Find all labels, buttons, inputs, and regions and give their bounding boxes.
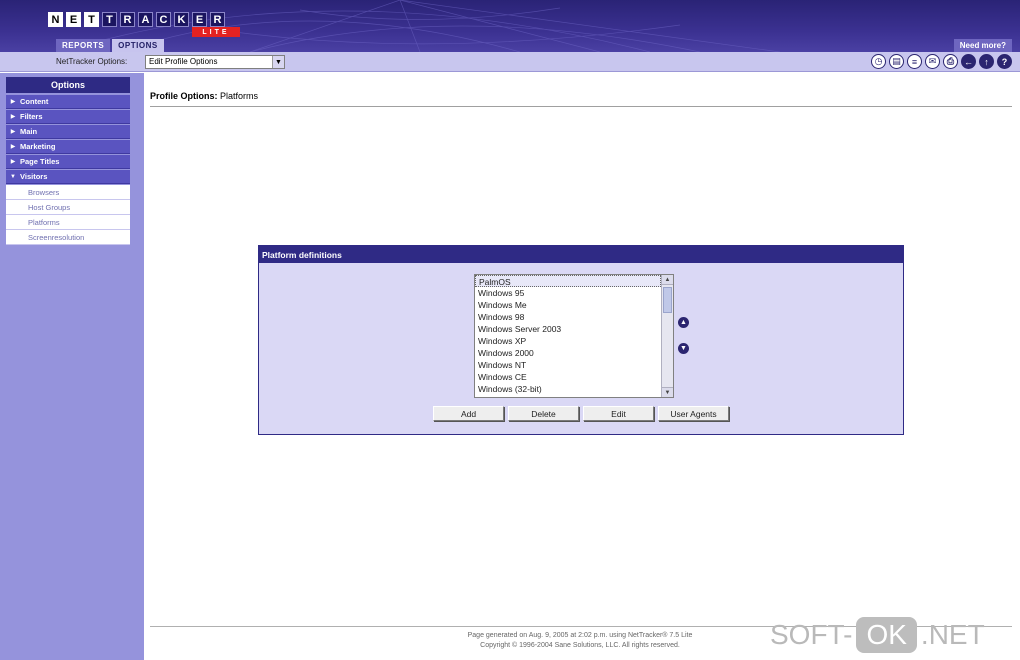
options-toolbar: NetTracker Options: Edit Profile Options… bbox=[0, 52, 1020, 72]
list-item[interactable]: Windows Me bbox=[475, 299, 661, 311]
list-item[interactable]: Windows CE bbox=[475, 371, 661, 383]
triangle-right-icon: ▶ bbox=[10, 144, 16, 150]
options-select-value: Edit Profile Options bbox=[149, 57, 218, 66]
logo-letter: E bbox=[66, 12, 81, 27]
list-item[interactable]: Windows (32-bit) bbox=[475, 383, 661, 395]
list-item[interactable]: PalmOS bbox=[475, 275, 661, 287]
list-item[interactable]: Windows XP bbox=[475, 335, 661, 347]
divider bbox=[150, 106, 1012, 107]
logo-letter: A bbox=[138, 12, 153, 27]
footer-copyright-text: Copyright © 1996-2004 Sane Solutions, LL… bbox=[480, 642, 680, 649]
back-icon[interactable]: ← bbox=[961, 54, 976, 69]
nettracker-logo: NETTRACKER bbox=[48, 12, 228, 28]
list-icon[interactable]: ≡ bbox=[907, 54, 922, 69]
need-more-link[interactable]: Need more? bbox=[953, 39, 1012, 52]
sidebar-item-label: Content bbox=[20, 97, 49, 106]
sidebar-subitem-platforms[interactable]: Platforms bbox=[6, 215, 130, 230]
toolbar-icon-group: ◷ ▤ ≡ ✉ ⎙ ← ↑ ? bbox=[868, 54, 1012, 69]
clock-icon[interactable]: ◷ bbox=[871, 54, 886, 69]
logo-edition-badge: LITE bbox=[192, 27, 240, 37]
options-select-label: NetTracker Options: bbox=[56, 57, 128, 66]
list-scrollbar[interactable]: ▲ ▼ bbox=[661, 275, 673, 397]
sidebar-item-filters[interactable]: ▶ Filters bbox=[6, 110, 130, 124]
print-icon[interactable]: ⎙ bbox=[943, 54, 958, 69]
edit-button[interactable]: Edit bbox=[583, 406, 654, 421]
scroll-down-icon[interactable]: ▼ bbox=[662, 387, 673, 397]
sidebar-item-page-titles[interactable]: ▶ Page Titles bbox=[6, 155, 130, 169]
sidebar-item-marketing[interactable]: ▶ Marketing bbox=[6, 140, 130, 154]
triangle-right-icon: ▶ bbox=[10, 129, 16, 135]
tab-options[interactable]: OPTIONS bbox=[112, 39, 164, 52]
scroll-up-icon[interactable]: ▲ bbox=[662, 275, 673, 285]
main-tabs: REPORTS OPTIONS bbox=[56, 39, 166, 52]
platform-list: PalmOS Windows 95 Windows Me Windows 98 … bbox=[475, 275, 673, 395]
triangle-down-icon: ▼ bbox=[10, 173, 16, 180]
sidebar-item-visitors[interactable]: ▼ Visitors bbox=[6, 170, 130, 184]
page-title: Profile Options: Platforms bbox=[150, 91, 258, 101]
sidebar-item-main[interactable]: ▶ Main bbox=[6, 125, 130, 139]
logo-letter: E bbox=[192, 12, 207, 27]
logo-letter: N bbox=[48, 12, 63, 27]
move-up-icon[interactable]: ▲ bbox=[678, 317, 689, 328]
platform-listbox[interactable]: PalmOS Windows 95 Windows Me Windows 98 … bbox=[474, 274, 674, 398]
move-down-icon[interactable]: ▼ bbox=[678, 343, 689, 354]
platform-definitions-panel: Platform definitions PalmOS Windows 95 W… bbox=[258, 245, 904, 435]
list-item[interactable]: Windows 2000 bbox=[475, 347, 661, 359]
sidebar-item-label: Marketing bbox=[20, 142, 56, 151]
sidebar-item-content[interactable]: ▶ Content bbox=[6, 95, 130, 109]
triangle-right-icon: ▶ bbox=[10, 99, 16, 105]
list-item[interactable]: Windows 98 bbox=[475, 311, 661, 323]
sidebar-subitem-host-groups[interactable]: Host Groups bbox=[6, 200, 130, 215]
scroll-thumb[interactable] bbox=[663, 287, 672, 313]
page-footer: Page generated on Aug. 9, 2005 at 2:02 p… bbox=[380, 631, 780, 651]
app-header: NETTRACKER LITE REPORTS OPTIONS Need mor… bbox=[0, 0, 1020, 52]
logo-letter: R bbox=[210, 12, 225, 27]
logo-letter: T bbox=[102, 12, 117, 27]
logo-letter: K bbox=[174, 12, 189, 27]
tab-reports[interactable]: REPORTS bbox=[56, 39, 111, 52]
delete-button[interactable]: Delete bbox=[508, 406, 579, 421]
logo-letter: R bbox=[120, 12, 135, 27]
panel-button-row: Add Delete Edit User Agents bbox=[433, 406, 733, 421]
sidebar-subitem-screenresolution[interactable]: Screenresolution bbox=[6, 230, 130, 245]
page-icon[interactable]: ▤ bbox=[889, 54, 904, 69]
watermark: SOFT- OK .NET bbox=[770, 615, 985, 655]
sidebar-title: Options bbox=[6, 77, 130, 93]
sidebar-subitem-browsers[interactable]: Browsers bbox=[6, 185, 130, 200]
options-select[interactable]: Edit Profile Options ▼ bbox=[145, 55, 285, 69]
triangle-right-icon: ▶ bbox=[10, 114, 16, 120]
list-item[interactable]: Windows 95 bbox=[475, 287, 661, 299]
chevron-down-icon[interactable]: ▼ bbox=[272, 56, 284, 68]
sidebar-item-label: Main bbox=[20, 127, 38, 136]
sidebar-item-label: Visitors bbox=[20, 172, 48, 181]
watermark-left: SOFT- bbox=[770, 619, 853, 650]
logo-letter: C bbox=[156, 12, 171, 27]
options-sidebar: Options ▶ Content ▶ Filters ▶ Main ▶ Mar… bbox=[0, 73, 144, 660]
triangle-right-icon: ▶ bbox=[10, 159, 16, 165]
watermark-middle: OK bbox=[856, 617, 917, 653]
panel-title: Platform definitions bbox=[259, 246, 903, 263]
watermark-right: .NET bbox=[920, 619, 985, 650]
logo-letter: T bbox=[84, 12, 99, 27]
page-title-section: Platforms bbox=[217, 91, 259, 101]
footer-generated-text: Page generated on Aug. 9, 2005 at 2:02 p… bbox=[467, 632, 693, 639]
list-item[interactable]: Windows NT bbox=[475, 359, 661, 371]
up-icon[interactable]: ↑ bbox=[979, 54, 994, 69]
help-icon[interactable]: ? bbox=[997, 54, 1012, 69]
sidebar-item-label: Filters bbox=[20, 112, 43, 121]
list-item[interactable]: Windows Server 2003 bbox=[475, 323, 661, 335]
add-button[interactable]: Add bbox=[433, 406, 504, 421]
page-title-prefix: Profile Options: bbox=[150, 91, 218, 101]
mail-icon[interactable]: ✉ bbox=[925, 54, 940, 69]
sidebar-item-label: Page Titles bbox=[20, 157, 60, 166]
user-agents-button[interactable]: User Agents bbox=[658, 406, 729, 421]
